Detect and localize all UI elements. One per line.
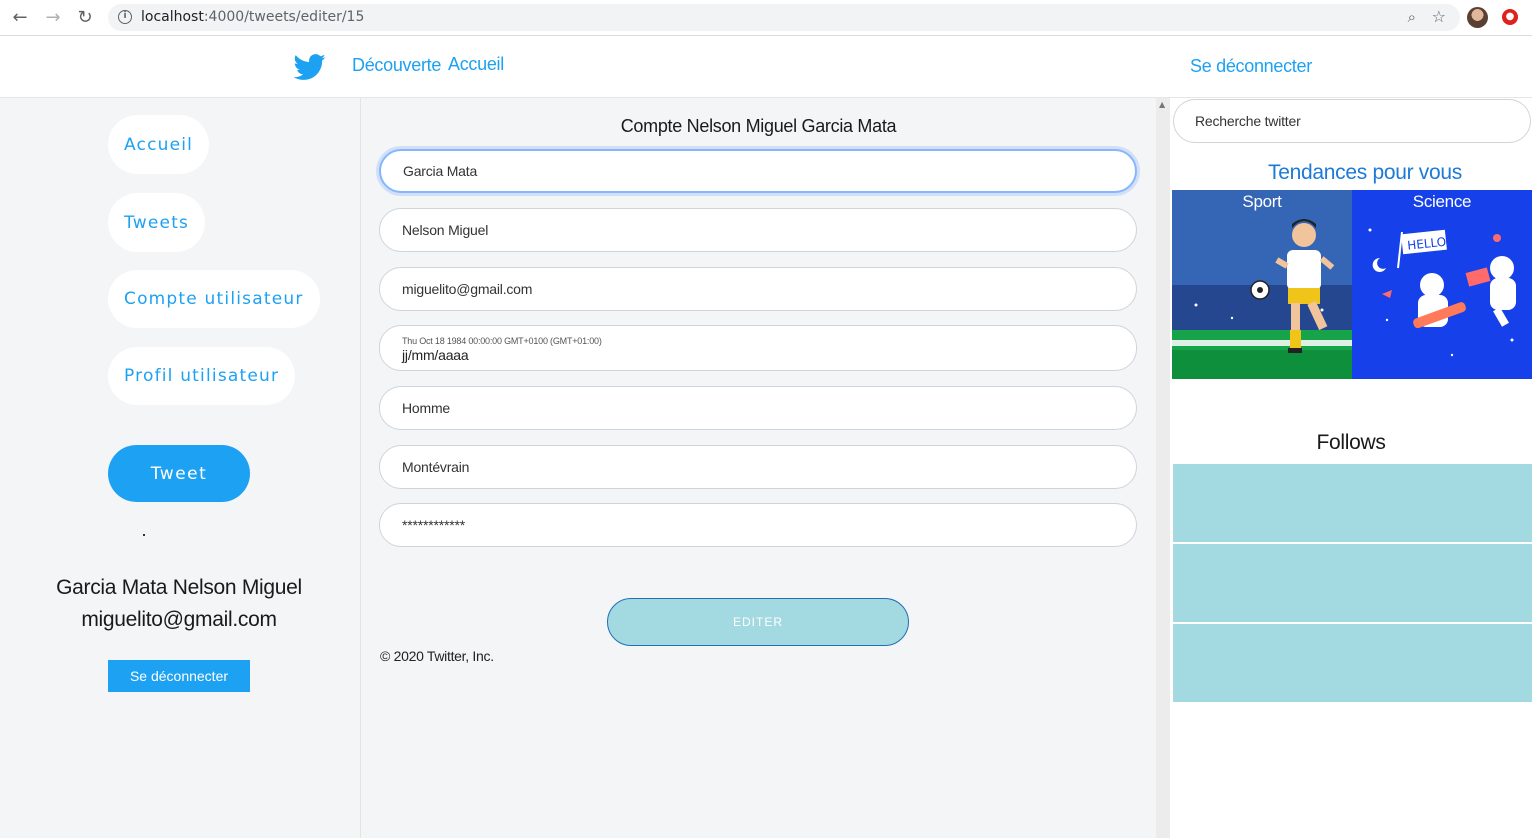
follows-title: Follows: [1316, 431, 1386, 454]
profile-avatar[interactable]: [1467, 7, 1488, 28]
nav-decouverte-link[interactable]: Découverte: [352, 55, 441, 76]
email-field[interactable]: miguelito@gmail.com: [379, 267, 1137, 311]
url-text: localhost:4000/tweets/editer/15: [141, 9, 365, 25]
birthdate-field[interactable]: Thu Oct 18 1984 00:00:00 GMT+0100 (GMT+0…: [379, 325, 1137, 371]
ville-field[interactable]: Montévrain: [379, 445, 1137, 489]
scrollbar[interactable]: ▲: [1156, 98, 1170, 838]
page-title: Compte Nelson Miguel Garcia Mata: [620, 116, 897, 136]
search-input[interactable]: Recherche twitter: [1173, 99, 1531, 143]
follow-item[interactable]: [1173, 544, 1532, 622]
forward-icon[interactable]: →: [41, 6, 65, 30]
birthdate-input[interactable]: jj/mm/aaaa: [402, 347, 469, 363]
copyright: © 2020 Twitter, Inc.: [380, 648, 494, 664]
trend-label: Science: [1412, 192, 1472, 211]
info-icon[interactable]: i: [118, 10, 132, 24]
nom-field[interactable]: Garcia Mata: [379, 149, 1137, 193]
logout-button[interactable]: Se déconnecter: [108, 660, 250, 692]
password-field[interactable]: ************: [379, 503, 1137, 547]
twitter-bird-icon[interactable]: [292, 51, 328, 83]
star-icon[interactable]: ☆: [1432, 7, 1446, 26]
zoom-icon[interactable]: ⌕: [1408, 8, 1416, 26]
sidebar-item-label: Accueil: [124, 134, 194, 155]
main-content: Compte Nelson Miguel Garcia Mata Garcia …: [361, 98, 1156, 838]
back-icon[interactable]: ←: [8, 6, 32, 30]
scroll-up-icon[interactable]: ▲: [1159, 100, 1165, 109]
sidebar-item-label: Compte utilisateur: [124, 289, 304, 309]
follow-item[interactable]: [1173, 624, 1532, 702]
left-sidebar: Accueil Tweets Compte utilisateur Profil…: [0, 98, 361, 838]
user-email: miguelito@gmail.com: [81, 608, 277, 631]
sidebar-item-tweets[interactable]: Tweets: [108, 193, 206, 252]
extension-icon[interactable]: ●: [1502, 9, 1518, 25]
follow-item[interactable]: [1173, 464, 1532, 542]
genre-field[interactable]: Homme: [379, 386, 1137, 430]
user-fullname: Garcia Mata Nelson Miguel: [56, 576, 302, 599]
sidebar-item-compte-utilisateur[interactable]: Compte utilisateur: [108, 270, 320, 328]
browser-toolbar: ← → ↻ i localhost:4000/tweets/editer/15 …: [0, 0, 1532, 36]
trend-card-sport[interactable]: Sport: [1172, 190, 1352, 379]
right-sidebar: Recherche twitter Tendances pour vous Sp…: [1170, 98, 1532, 838]
sidebar-item-accueil[interactable]: Accueil: [108, 115, 210, 174]
avatar-placeholder: [143, 534, 145, 536]
sidebar-item-profil-utilisateur[interactable]: Profil utilisateur: [108, 347, 296, 405]
science-illustration: HELLO: [1352, 190, 1532, 379]
trend-card-science[interactable]: Science HELLO: [1352, 190, 1532, 379]
nav-accueil-link[interactable]: Accueil: [448, 54, 504, 75]
sidebar-item-label: Tweets: [124, 212, 190, 233]
editer-button[interactable]: EDITER: [607, 598, 909, 646]
prenom-field[interactable]: Nelson Miguel: [379, 208, 1137, 252]
sport-illustration: [1172, 190, 1352, 379]
trends-title: Tendances pour vous: [1268, 161, 1462, 184]
birthdate-hint: Thu Oct 18 1984 00:00:00 GMT+0100 (GMT+0…: [402, 335, 602, 346]
trend-label: Sport: [1242, 192, 1282, 211]
tweet-button[interactable]: Tweet: [108, 445, 250, 502]
top-navbar: Découverte Accueil Se déconnecter: [0, 37, 1532, 98]
reload-icon[interactable]: ↻: [73, 6, 97, 30]
nav-logout-link[interactable]: Se déconnecter: [1190, 56, 1312, 77]
sidebar-item-label: Profil utilisateur: [124, 366, 280, 386]
address-bar[interactable]: i localhost:4000/tweets/editer/15 ⌕ ☆: [108, 4, 1460, 31]
